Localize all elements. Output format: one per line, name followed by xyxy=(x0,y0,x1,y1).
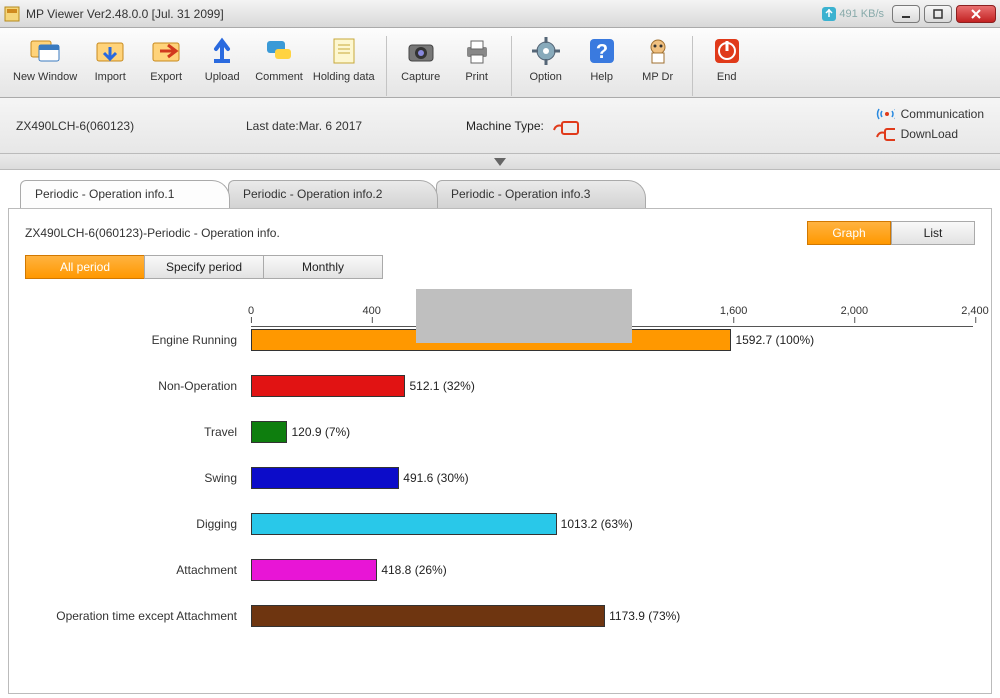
antenna-icon xyxy=(875,107,895,121)
print-button[interactable]: Print xyxy=(449,32,505,86)
collapse-divider[interactable] xyxy=(0,154,1000,170)
holding-data-button[interactable]: Holding data xyxy=(308,32,380,86)
help-button[interactable]: ? Help xyxy=(574,32,630,86)
comment-button[interactable]: Comment xyxy=(250,32,308,86)
upload-icon xyxy=(206,35,238,67)
export-icon xyxy=(150,35,182,67)
bar-value-label: 1013.2 (63%) xyxy=(561,517,633,531)
occluded-region xyxy=(416,289,632,343)
bar-category-label: Swing xyxy=(7,471,237,485)
monthly-button[interactable]: Monthly xyxy=(263,255,383,279)
machine-icon xyxy=(552,116,580,136)
camera-icon xyxy=(405,35,437,67)
bar xyxy=(251,605,605,627)
tab-operation-info-1[interactable]: Periodic - Operation info.1 xyxy=(20,180,230,208)
legend: Communication DownLoad xyxy=(875,104,984,144)
bar xyxy=(251,421,287,443)
option-button[interactable]: Option xyxy=(518,32,574,86)
tab-operation-info-2[interactable]: Periodic - Operation info.2 xyxy=(228,180,438,208)
list-button[interactable]: List xyxy=(891,221,975,245)
network-speed: 491 KB/s xyxy=(822,7,884,21)
axis-tick: 2,400 xyxy=(961,305,989,317)
bar xyxy=(251,559,377,581)
download-icon xyxy=(875,127,895,141)
upload-button[interactable]: Upload xyxy=(194,32,250,86)
comment-icon xyxy=(263,35,295,67)
operation-chart: 04001,6002,0002,400 Engine Running1592.7… xyxy=(21,289,979,669)
model-label: ZX490LCH-6(060123) xyxy=(16,119,246,133)
import-icon xyxy=(94,35,126,67)
bar-category-label: Attachment xyxy=(7,563,237,577)
main-toolbar: New Window Import Export Upload Comment … xyxy=(0,28,1000,98)
mpdr-button[interactable]: MP Dr xyxy=(630,32,686,86)
bar xyxy=(251,375,405,397)
close-button[interactable] xyxy=(956,5,996,23)
minimize-button[interactable] xyxy=(892,5,920,23)
maximize-button[interactable] xyxy=(924,5,952,23)
help-icon: ? xyxy=(586,35,618,67)
print-icon xyxy=(461,35,493,67)
capture-button[interactable]: Capture xyxy=(393,32,449,86)
new-window-icon xyxy=(29,35,61,67)
bar-category-label: Operation time except Attachment xyxy=(7,609,237,623)
all-period-button[interactable]: All period xyxy=(25,255,145,279)
end-button[interactable]: End xyxy=(699,32,755,86)
power-icon xyxy=(711,35,743,67)
last-date-label: Last date:Mar. 6 2017 xyxy=(246,119,466,133)
view-toggle: Graph List xyxy=(807,221,975,245)
panel-title: ZX490LCH-6(060123)-Periodic - Operation … xyxy=(25,226,807,240)
bar-category-label: Non-Operation xyxy=(7,379,237,393)
bar-value-label: 1173.9 (73%) xyxy=(609,609,680,623)
chevron-down-icon xyxy=(494,158,506,166)
info-bar: ZX490LCH-6(060123) Last date:Mar. 6 2017… xyxy=(0,98,1000,154)
bar-value-label: 120.9 (7%) xyxy=(291,425,350,439)
graph-button[interactable]: Graph xyxy=(807,221,891,245)
titlebar: MP Viewer Ver2.48.0.0 [Jul. 31 2099] 491… xyxy=(0,0,1000,28)
export-button[interactable]: Export xyxy=(138,32,194,86)
axis-tick: 2,000 xyxy=(841,305,869,317)
bar-category-label: Digging xyxy=(7,517,237,531)
tab-strip: Periodic - Operation info.3 Periodic - O… xyxy=(0,180,1000,208)
bar xyxy=(251,513,557,535)
period-toggle: All period Specify period Monthly xyxy=(9,251,991,289)
bar-category-label: Travel xyxy=(7,425,237,439)
mpdr-icon xyxy=(642,35,674,67)
bar-value-label: 1592.7 (100%) xyxy=(735,333,814,347)
bar-value-label: 512.1 (32%) xyxy=(409,379,474,393)
bar xyxy=(251,467,399,489)
tab-operation-info-3[interactable]: Periodic - Operation info.3 xyxy=(436,180,646,208)
app-icon xyxy=(4,6,20,22)
holding-data-icon xyxy=(328,35,360,67)
axis-tick: 400 xyxy=(362,305,380,317)
window-title: MP Viewer Ver2.48.0.0 [Jul. 31 2099] xyxy=(26,7,224,21)
bar-category-label: Engine Running xyxy=(7,333,237,347)
axis-tick: 0 xyxy=(248,305,254,317)
specify-period-button[interactable]: Specify period xyxy=(144,255,264,279)
import-button[interactable]: Import xyxy=(82,32,138,86)
machine-type: Machine Type: xyxy=(466,116,580,136)
bar-value-label: 491.6 (30%) xyxy=(403,471,468,485)
gear-icon xyxy=(530,35,562,67)
bar-value-label: 418.8 (26%) xyxy=(381,563,446,577)
content-panel: ZX490LCH-6(060123)-Periodic - Operation … xyxy=(8,208,992,694)
new-window-button[interactable]: New Window xyxy=(8,32,82,86)
svg-text:?: ? xyxy=(596,41,608,63)
axis-tick: 1,600 xyxy=(720,305,748,317)
